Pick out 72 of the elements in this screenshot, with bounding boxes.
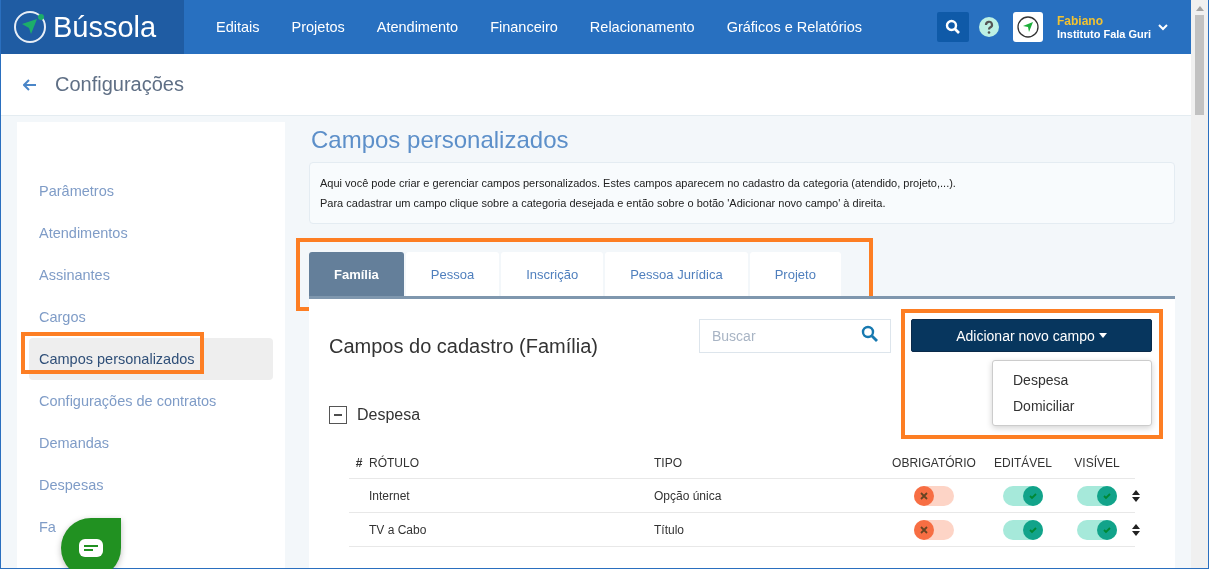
sidebar-item[interactable]: Parâmetros — [29, 170, 273, 212]
tab[interactable]: Pessoa — [405, 252, 500, 296]
table-cell-text: TV a Cabo — [369, 522, 428, 537]
info-text: Aqui você pode criar e gerenciar campos personalizados. Estes campos aparecem no cadastro da categoria (atendido, projeto,...). — [320, 176, 957, 191]
scroll-thumb[interactable] — [1195, 15, 1204, 115]
organization-name: Instituto Fala Guri — [1057, 28, 1153, 40]
chat-button[interactable] — [61, 518, 121, 569]
compass-icon — [1016, 15, 1040, 39]
tab[interactable]: Família — [309, 252, 404, 296]
toggle-switch[interactable] — [1077, 485, 1117, 506]
caret-icon — [1098, 333, 1107, 338]
add-field-button[interactable]: Adicionar novo campo — [911, 319, 1152, 352]
column-header: VISÍVEL — [1073, 456, 1121, 470]
info-text: Para cadastrar um campo clique sobre a categoria desejada e então sobre o botão 'Adicionar novo campo' à direita. — [320, 196, 887, 211]
check-icon — [1102, 524, 1112, 535]
back-arrow-icon[interactable] — [23, 78, 37, 91]
nav-link[interactable]: Editais — [216, 19, 260, 35]
chevron-down-icon[interactable] — [1157, 23, 1169, 31]
sidebar-item[interactable]: Campos personalizados — [29, 338, 273, 380]
sidebar-item[interactable]: Fa — [29, 506, 273, 548]
scrollbar[interactable] — [1191, 0, 1208, 568]
toggle-switch[interactable] — [914, 519, 954, 540]
column-header: EDITÁVEL — [993, 456, 1053, 470]
user-name: Fabiano — [1057, 14, 1104, 28]
collapse-button[interactable] — [329, 406, 347, 424]
compass-logo-icon — [13, 10, 47, 44]
close-icon — [920, 525, 928, 534]
sidebar-item[interactable]: Atendimentos — [29, 212, 273, 254]
search-button[interactable] — [937, 12, 969, 42]
help-icon[interactable] — [979, 17, 999, 37]
section-title: Campos personalizados — [310, 125, 570, 155]
toggle-switch[interactable] — [1003, 485, 1043, 506]
toggle-switch[interactable] — [1077, 519, 1117, 540]
sidebar-item[interactable]: Assinantes — [29, 254, 273, 296]
search-icon — [945, 19, 961, 35]
sort-icon[interactable] — [1132, 489, 1140, 502]
page-title: Configurações — [55, 73, 184, 96]
column-header: # — [354, 456, 364, 470]
check-icon — [1028, 490, 1038, 501]
sort-icon[interactable] — [1132, 523, 1140, 536]
chat-icon — [79, 539, 103, 557]
menu-item[interactable]: Domiciliar — [993, 393, 1151, 419]
menu-item[interactable]: Despesa — [993, 367, 1151, 393]
brand-name: Bússola — [53, 10, 157, 44]
search-icon[interactable] — [861, 325, 879, 343]
group-title: Despesa — [357, 406, 421, 424]
sidebar-item[interactable]: Demandas — [29, 422, 273, 464]
nav-link[interactable]: Projetos — [291, 19, 345, 35]
panel-title: Campos do cadastro (Família) — [329, 335, 599, 358]
sidebar-item[interactable]: Cargos — [29, 296, 273, 338]
toggle-switch[interactable] — [914, 485, 954, 506]
organization-logo[interactable] — [1013, 12, 1043, 42]
table-cell-text: Título — [654, 522, 685, 537]
check-icon — [1028, 524, 1038, 535]
column-header: RÓTULO — [369, 456, 420, 470]
nav-link[interactable]: Atendimento — [376, 19, 459, 35]
nav-link[interactable]: Relacionamento — [589, 19, 695, 35]
tab[interactable]: Projeto — [749, 252, 841, 296]
column-header: OBRIGATÓRIO — [891, 456, 977, 470]
close-icon — [920, 491, 928, 500]
nav-link[interactable]: Financeiro — [490, 19, 558, 35]
table-cell-text: Internet — [369, 488, 411, 503]
search-field[interactable]: Buscar — [699, 319, 891, 353]
table-cell-text: Opção única — [654, 488, 723, 503]
nav-link[interactable]: Gráficos e Relatórios — [726, 19, 863, 35]
tab[interactable]: Inscrição — [501, 252, 604, 296]
sidebar-item[interactable]: Configurações de contratos — [29, 380, 273, 422]
column-header: TIPO — [654, 456, 683, 470]
sidebar-item[interactable]: Despesas — [29, 464, 273, 506]
tab[interactable]: Pessoa Jurídica — [605, 252, 748, 296]
check-icon — [1102, 490, 1112, 501]
toggle-switch[interactable] — [1003, 519, 1043, 540]
